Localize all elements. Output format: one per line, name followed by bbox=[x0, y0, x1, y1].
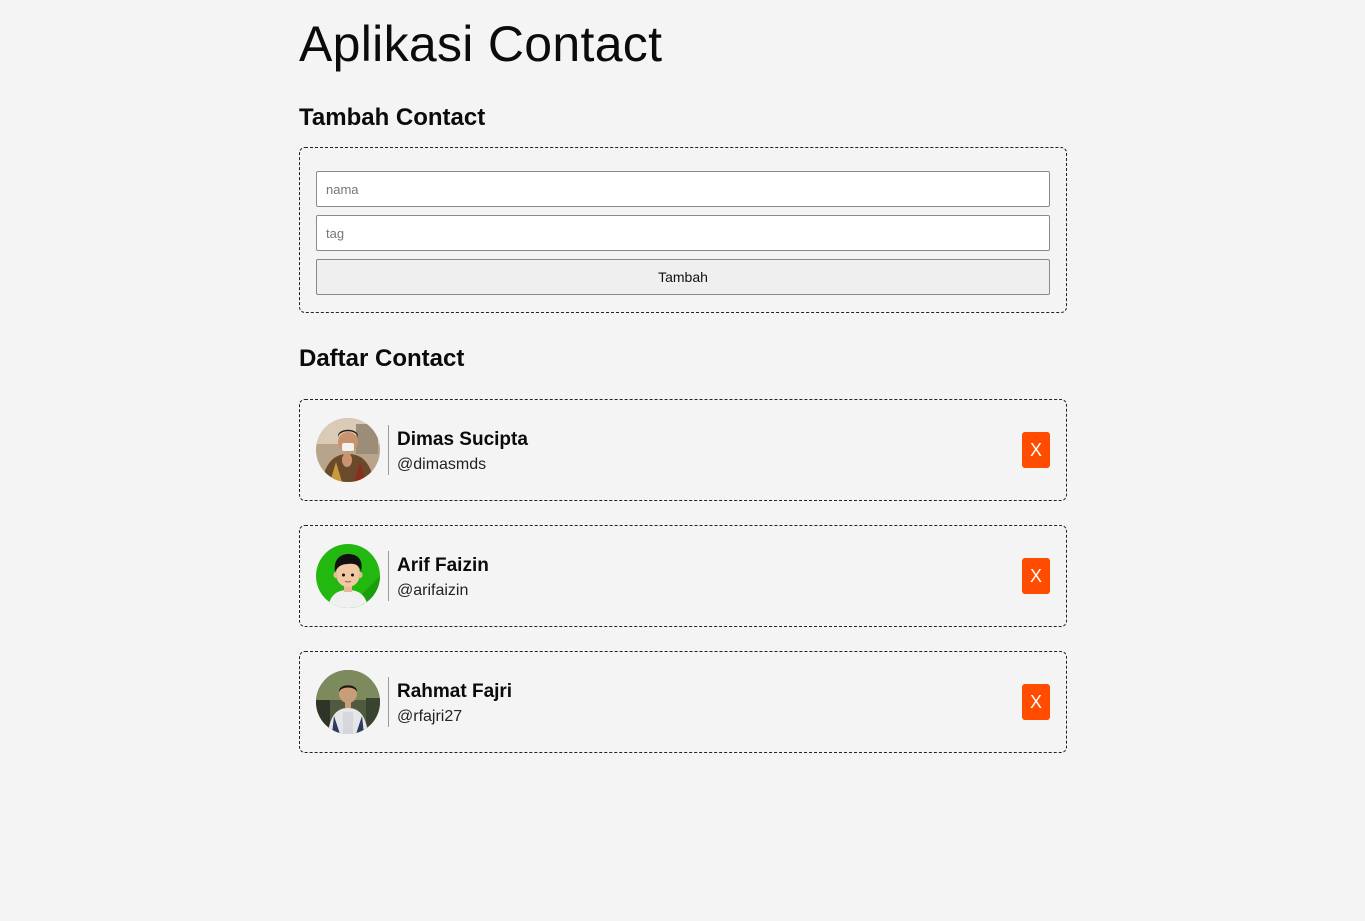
contact-item: Rahmat Fajri @rfajri27 X bbox=[299, 651, 1067, 753]
contact-info: Rahmat Fajri @rfajri27 bbox=[397, 676, 512, 728]
contact-name: Dimas Sucipta bbox=[397, 429, 528, 450]
name-input[interactable] bbox=[316, 171, 1050, 207]
contact-tag: @dimasmds bbox=[397, 456, 487, 473]
person-photo-avatar bbox=[316, 418, 380, 482]
divider bbox=[388, 551, 389, 601]
cartoon-avatar bbox=[316, 544, 380, 608]
contact-name: Rahmat Fajri bbox=[397, 681, 513, 702]
contact-item: Arif Faizin @arifaizin X bbox=[299, 525, 1067, 627]
add-contact-form: Tambah bbox=[299, 147, 1067, 313]
contact-item: Dimas Sucipta @dimasmds X bbox=[299, 399, 1067, 501]
page-title: Aplikasi Contact bbox=[299, 16, 663, 72]
divider bbox=[388, 425, 389, 475]
add-contact-heading: Tambah Contact bbox=[299, 104, 486, 131]
contact-tag: @arifaizin bbox=[397, 582, 469, 599]
contact-info: Dimas Sucipta @dimasmds bbox=[397, 424, 528, 476]
delete-contact-button[interactable]: X bbox=[1022, 558, 1050, 594]
divider bbox=[388, 677, 389, 727]
contact-list: Dimas Sucipta @dimasmds X Arif Faizin @a… bbox=[299, 399, 1067, 753]
add-contact-button[interactable]: Tambah bbox=[316, 259, 1050, 295]
delete-contact-button[interactable]: X bbox=[1022, 684, 1050, 720]
contact-info: Arif Faizin @arifaizin bbox=[397, 550, 489, 602]
contact-name: Arif Faizin bbox=[397, 555, 489, 576]
contact-list-heading: Daftar Contact bbox=[299, 345, 465, 372]
app-container: Aplikasi Contact Tambah Contact Tambah D… bbox=[299, 0, 1067, 777]
person-photo-avatar bbox=[316, 670, 380, 734]
contact-tag: @rfajri27 bbox=[397, 708, 463, 725]
delete-contact-button[interactable]: X bbox=[1022, 432, 1050, 468]
tag-input[interactable] bbox=[316, 215, 1050, 251]
